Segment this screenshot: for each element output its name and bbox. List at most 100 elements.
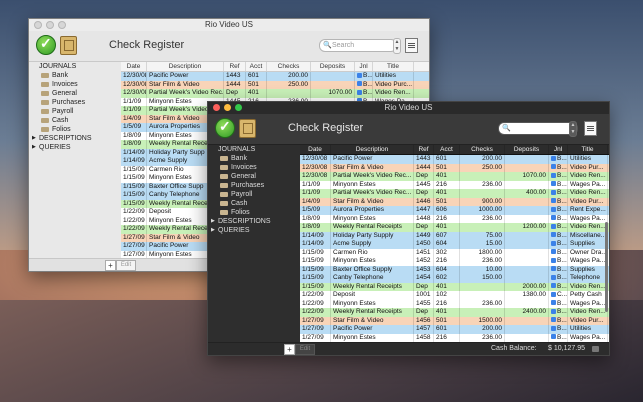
- column-header-desc[interactable]: Description: [331, 145, 414, 154]
- sidebar-heading-journals[interactable]: JOURNALS: [29, 62, 121, 71]
- table-row[interactable]: 1/15/09 Carmen Rio 1451 302 1800.00 B... Owner…: [300, 248, 609, 257]
- disclosure-triangle-icon[interactable]: ▶: [32, 134, 36, 143]
- journal-checkbox[interactable]: [551, 223, 556, 229]
- table-row[interactable]: 1/1/09Minyonn Estes1445216236.00 B...Wage…: [300, 180, 609, 189]
- journal-checkbox[interactable]: [357, 72, 362, 78]
- journal-checkbox[interactable]: [551, 291, 556, 297]
- sidebar-item-bank[interactable]: Bank: [29, 71, 121, 80]
- journal-checkbox[interactable]: [551, 155, 556, 161]
- journal-checkbox[interactable]: [551, 325, 556, 331]
- column-header-date[interactable]: Date: [300, 145, 331, 154]
- journal-checkbox[interactable]: [551, 189, 556, 195]
- journal-checkbox[interactable]: [551, 240, 556, 246]
- journal-checkbox[interactable]: [551, 257, 556, 263]
- journal-checkbox[interactable]: [551, 249, 556, 255]
- sidebar-item-cash[interactable]: Cash: [29, 116, 121, 125]
- column-header-chk[interactable]: Checks: [460, 145, 505, 154]
- stepper-control[interactable]: ▲ ▼: [393, 38, 401, 54]
- journal-checkbox[interactable]: [551, 300, 556, 306]
- minimize-button[interactable]: [46, 21, 54, 29]
- table-row[interactable]: 1/15/09 Minyonn Estes 1452 216 236.00 B... Wag…: [300, 257, 609, 266]
- table-row[interactable]: 1/27/09 Pacific Power 1457 601 200.00 B... Uti…: [300, 325, 609, 334]
- sidebar-item-purchases[interactable]: Purchases: [208, 181, 300, 190]
- journal-checkbox[interactable]: [551, 274, 556, 280]
- journal-checkbox[interactable]: [551, 308, 556, 314]
- column-header-desc[interactable]: Description: [147, 62, 224, 71]
- ledger-book-icon[interactable]: [60, 36, 77, 55]
- table-row[interactable]: 1/15/09 Weekly Rental Receipts Dep 401 2000.…: [300, 282, 609, 291]
- table-row[interactable]: 1/27/09 Star Film & Video 1456 501 1500.00 B.…: [300, 316, 609, 325]
- sidebar-item-general[interactable]: General: [29, 89, 121, 98]
- table-row[interactable]: 1/15/09 Canby Telephone 1454 602 150.00 B... T…: [300, 274, 609, 283]
- column-header-acct[interactable]: Acct: [246, 62, 267, 71]
- disclosure-triangle-icon[interactable]: ▶: [32, 143, 36, 152]
- journal-checkbox[interactable]: [551, 172, 556, 178]
- table-row[interactable]: 12/30/08 Pacific Power 1443 601 200.00 B... Ut…: [300, 155, 609, 164]
- printer-icon[interactable]: [405, 38, 418, 53]
- table-row[interactable]: 1/8/09 Weekly Rental Receipts Dep 401 1200.0…: [300, 223, 609, 232]
- column-header-date[interactable]: Date: [121, 62, 147, 71]
- table-row[interactable]: 1/22/09 Deposit 1001 102 1380.00 C... Petty Ca…: [300, 291, 609, 300]
- sidebar-item-folios[interactable]: Folios: [208, 208, 300, 217]
- table-row[interactable]: 1/5/09 Aurora Properties 1447 606 1000.00 B..…: [300, 206, 609, 215]
- column-header-jnl[interactable]: Jnl: [355, 62, 373, 71]
- sidebar-item-invoices[interactable]: Invoices: [208, 163, 300, 172]
- stepper-control[interactable]: ▲ ▼: [569, 121, 577, 137]
- table-row[interactable]: 1/1/09Partial Week's Video Rec...Dep401 4…: [300, 189, 609, 198]
- journal-checkbox[interactable]: [551, 215, 556, 221]
- table-row[interactable]: 1/14/09 Acme Supply 1450 604 15.00 B... Suppli…: [300, 240, 609, 249]
- register-window-front[interactable]: Rio Video US Check Register 🔍 ▲▼ JOURNAL…: [207, 101, 610, 356]
- sidebar-item-cash[interactable]: Cash: [208, 199, 300, 208]
- minimize-button[interactable]: [224, 104, 231, 111]
- vertical-scrollbar[interactable]: [605, 222, 608, 312]
- table-row[interactable]: 1/22/09 Minyonn Estes 1455 216 236.00 B... Wag…: [300, 299, 609, 308]
- window-titlebar[interactable]: Rio Video US: [208, 102, 609, 114]
- journal-checkbox[interactable]: [551, 181, 556, 187]
- green-check-icon[interactable]: [36, 35, 56, 55]
- table-row[interactable]: 12/30/08 Star Film & Video 1444 501 250.00 B.…: [121, 80, 429, 89]
- column-header-acct[interactable]: Acct: [434, 145, 460, 154]
- journal-checkbox[interactable]: [551, 334, 556, 340]
- journal-checkbox[interactable]: [551, 266, 556, 272]
- column-header-ref[interactable]: Ref: [224, 62, 246, 71]
- journal-checkbox[interactable]: [357, 81, 362, 87]
- table-row[interactable]: 12/30/08 Star Film & Video 1444 501 250.00 B.…: [300, 163, 609, 172]
- window-titlebar[interactable]: Rio Video US: [29, 19, 429, 31]
- sidebar-heading-descriptions[interactable]: ▶ DESCRIPTIONS: [208, 217, 300, 226]
- table-row[interactable]: 1/27/09 Minyonn Estes 1458 216 236.00 B... Wag…: [300, 333, 609, 342]
- sidebar-heading-queries[interactable]: ▶ QUERIES: [208, 226, 300, 235]
- table-row[interactable]: 12/30/08 Partial Week's Video Rec... Dep 40…: [121, 89, 429, 98]
- edit-button[interactable]: Edit: [116, 260, 136, 271]
- add-button[interactable]: +: [105, 260, 116, 271]
- sidebar-item-purchases[interactable]: Purchases: [29, 98, 121, 107]
- table-row[interactable]: 1/8/09 Minyonn Estes 1448 216 236.00 B... Wage…: [300, 214, 609, 223]
- journal-checkbox[interactable]: [551, 198, 556, 204]
- sidebar-heading-journals[interactable]: JOURNALS: [208, 145, 300, 154]
- sidebar-item-payroll[interactable]: Payroll: [208, 190, 300, 199]
- sidebar-item-payroll[interactable]: Payroll: [29, 107, 121, 116]
- sidebar-heading-queries[interactable]: ▶ QUERIES: [29, 143, 121, 152]
- journal-checkbox[interactable]: [551, 232, 556, 238]
- search-input[interactable]: 🔍: [498, 122, 578, 135]
- disclosure-triangle-icon[interactable]: ▶: [211, 217, 215, 226]
- sidebar-item-folios[interactable]: Folios: [29, 125, 121, 134]
- search-input[interactable]: 🔍 Search: [319, 39, 397, 52]
- column-header-dep[interactable]: Deposits: [311, 62, 355, 71]
- column-header-ref[interactable]: Ref: [414, 145, 434, 154]
- zoom-button[interactable]: [58, 21, 66, 29]
- close-button[interactable]: [34, 21, 42, 29]
- column-header-jnl[interactable]: Jnl: [549, 145, 568, 154]
- journal-checkbox[interactable]: [551, 164, 556, 170]
- printer-icon[interactable]: [584, 121, 597, 136]
- column-header-dep[interactable]: Deposits: [505, 145, 549, 154]
- journal-checkbox[interactable]: [551, 283, 556, 289]
- edit-button[interactable]: Edit: [295, 344, 315, 355]
- disclosure-triangle-icon[interactable]: ▶: [211, 226, 215, 235]
- table-row[interactable]: 1/22/09 Weekly Rental Receipts Dep 401 2400.…: [300, 308, 609, 317]
- column-header-title[interactable]: Title: [568, 145, 608, 154]
- sidebar-item-bank[interactable]: Bank: [208, 154, 300, 163]
- green-check-icon[interactable]: [215, 118, 235, 138]
- sidebar-item-general[interactable]: General: [208, 172, 300, 181]
- journal-checkbox[interactable]: [357, 89, 362, 95]
- table-row[interactable]: 12/30/08 Pacific Power 1443 601 200.00 B... Ut…: [121, 72, 429, 81]
